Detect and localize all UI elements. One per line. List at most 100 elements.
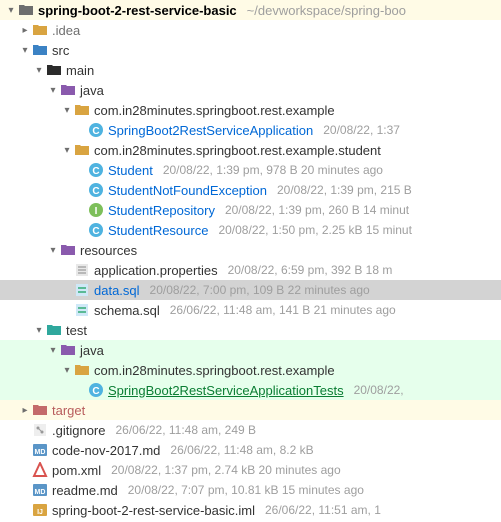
package-icon — [74, 102, 90, 118]
expand-arrow[interactable]: ▸ — [18, 405, 32, 416]
node-meta: 20/08/22, 1:39 pm, 215 B — [277, 183, 412, 197]
class-icon — [88, 222, 104, 238]
class-app-tests[interactable]: ▸ SpringBoot2RestServiceApplicationTests… — [0, 380, 501, 400]
node-label: java — [80, 343, 104, 358]
expand-arrow[interactable]: ▾ — [46, 345, 60, 356]
node-label: com.in28minutes.springboot.rest.example — [94, 363, 335, 378]
expand-arrow[interactable]: ▾ — [60, 365, 74, 376]
package-example[interactable]: ▾ com.in28minutes.springboot.rest.exampl… — [0, 100, 501, 120]
node-meta: 20/08/22, — [354, 383, 404, 397]
node-label: SpringBoot2RestServiceApplication — [108, 123, 313, 138]
expand-arrow[interactable]: ▾ — [60, 105, 74, 116]
folder-src[interactable]: ▾ src — [0, 40, 501, 60]
project-root[interactable]: ▾ spring-boot-2-rest-service-basic ~/dev… — [0, 0, 501, 20]
package-student[interactable]: ▾ com.in28minutes.springboot.rest.exampl… — [0, 140, 501, 160]
expand-arrow[interactable]: ▾ — [32, 325, 46, 336]
node-label: schema.sql — [94, 303, 160, 318]
node-label: com.in28minutes.springboot.rest.example — [94, 103, 335, 118]
expand-arrow[interactable]: ▾ — [46, 245, 60, 256]
expand-arrow[interactable]: ▾ — [32, 65, 46, 76]
package-icon — [74, 362, 90, 378]
expand-arrow[interactable]: ▾ — [60, 145, 74, 156]
node-path: ~/devworkspace/spring-boo — [247, 3, 406, 18]
expand-arrow[interactable]: ▾ — [18, 45, 32, 56]
class-icon — [88, 122, 104, 138]
node-meta: 26/06/22, 11:48 am, 141 B 21 minutes ago — [170, 303, 396, 317]
folder-icon — [32, 22, 48, 38]
node-label: main — [66, 63, 94, 78]
file-gitignore[interactable]: ▸ .gitignore 26/06/22, 11:48 am, 249 B — [0, 420, 501, 440]
expand-arrow[interactable]: ▾ — [46, 85, 60, 96]
source-folder-icon — [60, 82, 76, 98]
node-label: StudentResource — [108, 223, 208, 238]
node-meta: 20/08/22, 1:39 pm, 260 B 14 minut — [225, 203, 409, 217]
interface-icon — [88, 202, 104, 218]
file-iml[interactable]: ▸ spring-boot-2-rest-service-basic.iml 2… — [0, 500, 501, 520]
node-label: .gitignore — [52, 423, 105, 438]
node-meta: 26/06/22, 11:51 am, 1 — [265, 503, 381, 517]
node-label: pom.xml — [52, 463, 101, 478]
package-test[interactable]: ▾ com.in28minutes.springboot.rest.exampl… — [0, 360, 501, 380]
file-pom[interactable]: ▸ pom.xml 20/08/22, 1:37 pm, 2.74 kB 20 … — [0, 460, 501, 480]
folder-java-test[interactable]: ▾ java — [0, 340, 501, 360]
node-meta: 20/08/22, 1:39 pm, 978 B 20 minutes ago — [163, 163, 383, 177]
node-meta: 26/06/22, 11:48 am, 249 B — [115, 423, 256, 437]
test-source-folder-icon — [60, 342, 76, 358]
node-label: StudentNotFoundException — [108, 183, 267, 198]
node-meta: 20/08/22, 1:37 pm, 2.74 kB 20 minutes ag… — [111, 463, 341, 477]
class-icon — [88, 162, 104, 178]
sql-icon — [74, 282, 90, 298]
interface-student-repo[interactable]: ▸ StudentRepository 20/08/22, 1:39 pm, 2… — [0, 200, 501, 220]
node-meta: 20/08/22, 7:00 pm, 109 B 22 minutes ago — [150, 283, 370, 297]
file-code-md[interactable]: ▸ code-nov-2017.md 26/06/22, 11:48 am, 8… — [0, 440, 501, 460]
package-icon — [74, 142, 90, 158]
node-meta: 26/06/22, 11:48 am, 8.2 kB — [170, 443, 313, 457]
sql-icon — [74, 302, 90, 318]
markdown-icon — [32, 442, 48, 458]
node-label: readme.md — [52, 483, 118, 498]
node-meta: 20/08/22, 1:50 pm, 2.25 kB 15 minut — [218, 223, 411, 237]
node-label: code-nov-2017.md — [52, 443, 160, 458]
folder-icon — [32, 42, 48, 58]
class-student-res[interactable]: ▸ StudentResource 20/08/22, 1:50 pm, 2.2… — [0, 220, 501, 240]
node-label: test — [66, 323, 87, 338]
maven-icon — [32, 462, 48, 478]
expand-arrow[interactable]: ▾ — [4, 5, 18, 16]
folder-main[interactable]: ▾ main — [0, 60, 501, 80]
class-student-nfe[interactable]: ▸ StudentNotFoundException 20/08/22, 1:3… — [0, 180, 501, 200]
folder-test[interactable]: ▾ test — [0, 320, 501, 340]
markdown-icon — [32, 482, 48, 498]
file-schema-sql[interactable]: ▸ schema.sql 26/06/22, 11:48 am, 141 B 2… — [0, 300, 501, 320]
gitignore-icon — [32, 422, 48, 438]
node-label: target — [52, 403, 85, 418]
node-label: resources — [80, 243, 137, 258]
file-app-props[interactable]: ▸ application.properties 20/08/22, 6:59 … — [0, 260, 501, 280]
folder-icon — [46, 62, 62, 78]
folder-resources[interactable]: ▾ resources — [0, 240, 501, 260]
node-label: data.sql — [94, 283, 140, 298]
node-label: StudentRepository — [108, 203, 215, 218]
resources-folder-icon — [60, 242, 76, 258]
node-label: SpringBoot2RestServiceApplicationTests — [108, 383, 344, 398]
expand-arrow[interactable]: ▸ — [18, 25, 32, 36]
folder-idea[interactable]: ▸ .idea — [0, 20, 501, 40]
class-icon — [88, 182, 104, 198]
node-meta: 20/08/22, 1:37 — [323, 123, 400, 137]
node-meta: 20/08/22, 7:07 pm, 10.81 kB 15 minutes a… — [128, 483, 364, 497]
idea-module-icon — [32, 502, 48, 518]
test-folder-icon — [46, 322, 62, 338]
file-data-sql[interactable]: ▸ data.sql 20/08/22, 7:00 pm, 109 B 22 m… — [0, 280, 501, 300]
excluded-folder-icon — [32, 402, 48, 418]
class-app[interactable]: ▸ SpringBoot2RestServiceApplication 20/0… — [0, 120, 501, 140]
node-label: application.properties — [94, 263, 218, 278]
folder-icon — [18, 2, 34, 18]
folder-java-main[interactable]: ▾ java — [0, 80, 501, 100]
class-icon — [88, 382, 104, 398]
folder-target[interactable]: ▸ target — [0, 400, 501, 420]
node-label: com.in28minutes.springboot.rest.example.… — [94, 143, 381, 158]
node-label: src — [52, 43, 69, 58]
properties-icon — [74, 262, 90, 278]
node-meta: 20/08/22, 6:59 pm, 392 B 18 m — [228, 263, 393, 277]
file-readme[interactable]: ▸ readme.md 20/08/22, 7:07 pm, 10.81 kB … — [0, 480, 501, 500]
class-student[interactable]: ▸ Student 20/08/22, 1:39 pm, 978 B 20 mi… — [0, 160, 501, 180]
